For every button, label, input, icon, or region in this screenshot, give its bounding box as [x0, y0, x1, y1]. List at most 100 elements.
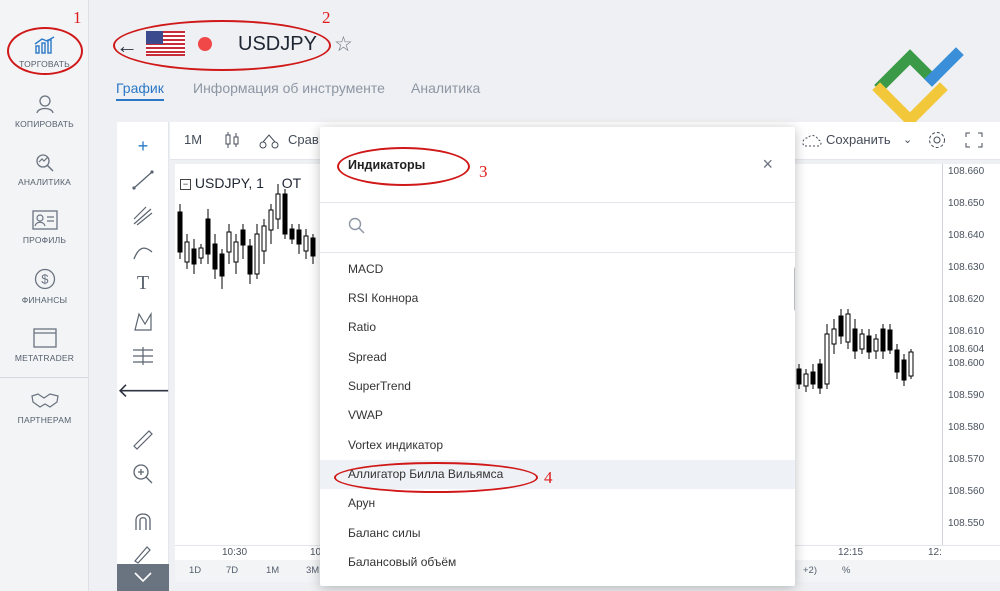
search-icon[interactable] [348, 217, 366, 235]
dollar-icon: $ [34, 268, 55, 290]
time-tick: 12:15 [838, 547, 864, 558]
price-tick: 108.650 [948, 198, 985, 209]
range-1d-button[interactable]: 1D [189, 565, 201, 576]
chart-symbol-label: USDJPY, 1 [194, 175, 264, 191]
zoom-in-icon[interactable] [131, 462, 155, 486]
price-tick: 108.660 [948, 166, 985, 177]
indicator-item[interactable]: Балансовый объём [320, 548, 795, 577]
price-tick: 108.640 [948, 230, 985, 241]
nav-label: АНАЛИТИКА [17, 177, 72, 187]
pattern-icon[interactable] [131, 310, 155, 334]
indicator-item[interactable]: Арун [320, 489, 795, 518]
nav-label: ФИНАНСЫ [21, 295, 68, 305]
price-tick: 108.570 [948, 454, 985, 465]
nav-item-profile[interactable]: ПРОФИЛЬ [0, 210, 89, 245]
price-tick: 108.590 [948, 390, 985, 401]
magnet-icon[interactable] [131, 510, 155, 534]
drawing-toolbar: + T 🡐 [117, 122, 171, 591]
price-tick: 108.580 [948, 422, 985, 433]
price-tick: 108.550 [948, 518, 985, 529]
price-tick: 108.560 [948, 486, 985, 497]
nav-item-metatrader[interactable]: METATRADER [0, 328, 89, 363]
annotation-number: 2 [322, 8, 331, 27]
tab-instrument-info[interactable]: Информация об инструменте [193, 80, 385, 96]
time-tick: 12: [928, 547, 942, 558]
fullscreen-icon[interactable] [965, 132, 983, 148]
tab-analytics[interactable]: Аналитика [411, 80, 480, 96]
annotation-number: 1 [73, 8, 82, 27]
price-tick: 108.600 [948, 358, 985, 369]
time-tick: 10:30 [222, 547, 248, 558]
text-tool-icon[interactable]: T [117, 272, 169, 295]
indicator-item[interactable]: SuperTrend [320, 372, 795, 401]
save-button[interactable]: Сохранить [826, 132, 891, 147]
annotation-number: 3 [479, 162, 488, 181]
nav-item-analytics[interactable]: АНАЛИТИКА [0, 152, 89, 187]
annotation-ellipse-symbol [113, 20, 331, 71]
nav-label: ПАРТНЕРАМ [17, 415, 72, 425]
window-icon [32, 328, 57, 348]
dialog-divider [320, 202, 795, 203]
chevron-down-icon [134, 572, 152, 583]
handshake-icon [30, 393, 59, 408]
price-axis[interactable]: 108.660 108.650 108.640 108.630 108.620 … [942, 164, 1000, 545]
crosshair-icon[interactable]: + [117, 136, 169, 157]
dialog-scrollbar[interactable] [794, 267, 795, 311]
projection-icon[interactable] [131, 344, 155, 368]
current-price-tick: 108.604 [948, 344, 985, 355]
search-divider [320, 252, 795, 253]
trend-line-icon[interactable] [131, 168, 155, 192]
range-1m-button[interactable]: 1M [266, 565, 279, 576]
left-nav: ТОРГОВАТЬ КОПИРОВАТЬ АНАЛИТИКА ПРОФИЛЬ $… [0, 0, 89, 591]
profile-card-icon [31, 210, 58, 230]
ruler-icon[interactable] [131, 428, 155, 452]
indicator-item[interactable]: Баланс силы [320, 519, 795, 548]
compare-icon[interactable] [258, 132, 280, 150]
compare-button[interactable]: Срав [288, 132, 319, 147]
annotation-ellipse-trade [7, 27, 83, 75]
indicator-item[interactable]: Spread [320, 343, 795, 372]
nav-item-finance[interactable]: $ ФИНАНСЫ [0, 268, 89, 305]
price-tick: 108.630 [948, 262, 985, 273]
brand-logo [872, 47, 964, 128]
pitchfork-icon[interactable] [131, 204, 155, 228]
favorite-star-icon[interactable]: ☆ [334, 32, 353, 57]
annotation-number: 4 [544, 468, 553, 487]
indicator-item[interactable]: Vortex индикатор [320, 431, 795, 460]
indicator-item[interactable]: MACD [320, 255, 795, 284]
gear-icon[interactable] [927, 130, 947, 150]
percent-toggle[interactable]: % [842, 565, 850, 576]
user-copy-icon [35, 95, 54, 114]
indicators-dialog: Индикаторы × MACD RSI Коннора Ratio Spre… [320, 127, 795, 586]
nav-item-partners[interactable]: ПАРТНЕРАМ [0, 392, 89, 425]
collapse-legend-icon[interactable]: − [180, 178, 191, 190]
scroll-down-button[interactable] [117, 564, 169, 591]
annotation-ellipse-alligator [334, 462, 538, 493]
chart-legend-title: − USDJPY, 1 ОТ [180, 175, 301, 191]
app-root: ТОРГОВАТЬ КОПИРОВАТЬ АНАЛИТИКА ПРОФИЛЬ $… [0, 0, 1000, 591]
nav-label: КОПИРОВАТЬ [15, 119, 74, 129]
indicator-item[interactable]: RSI Коннора [320, 284, 795, 313]
tab-chart[interactable]: График [116, 80, 164, 101]
close-icon[interactable]: × [762, 154, 773, 175]
indicator-item[interactable]: VWAP [320, 401, 795, 430]
indicator-item[interactable]: Ratio [320, 313, 795, 342]
nav-label: ПРОФИЛЬ [22, 235, 67, 245]
brush-icon[interactable] [131, 240, 155, 264]
save-menu-chevron-icon[interactable]: ⌄ [903, 133, 912, 146]
interval-button[interactable]: 1M [184, 132, 202, 147]
chart-source-label: ОТ [281, 175, 302, 191]
hide-toolbar-arrow-icon[interactable]: 🡐 [117, 378, 171, 403]
timezone-label[interactable]: +2) [803, 565, 817, 576]
range-3m-button[interactable]: 3M [306, 565, 319, 576]
analytics-icon [35, 154, 54, 172]
nav-divider [0, 377, 89, 378]
price-tick: 108.620 [948, 294, 985, 305]
lock-drawing-icon[interactable] [131, 542, 155, 566]
range-7d-button[interactable]: 7D [226, 565, 238, 576]
candles-icon[interactable] [224, 131, 240, 149]
svg-text:$: $ [41, 272, 49, 287]
nav-item-copy[interactable]: КОПИРОВАТЬ [0, 94, 89, 129]
annotation-ellipse-indicators [337, 147, 470, 186]
nav-label: METATRADER [14, 353, 75, 363]
